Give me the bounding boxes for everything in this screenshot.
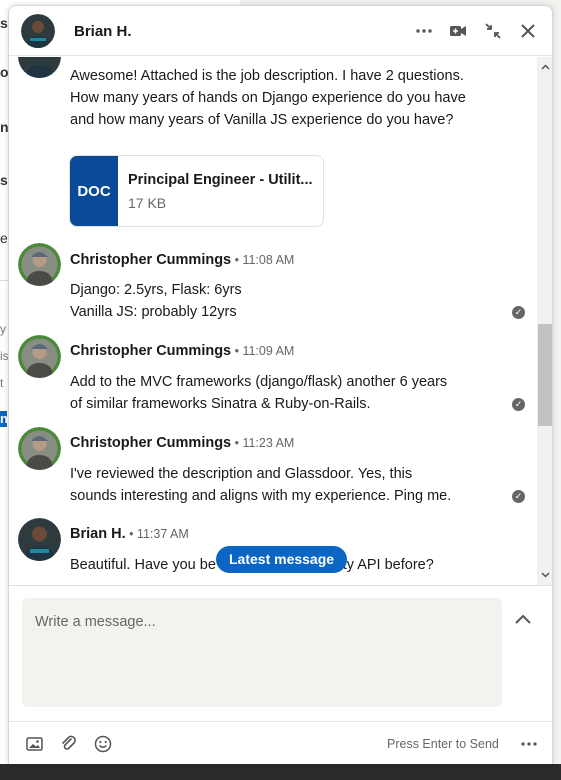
chat-header[interactable]: Brian H. (9, 6, 552, 56)
christopher-avatar[interactable] (18, 243, 61, 286)
scrollbar-thumb[interactable] (538, 324, 552, 426)
brian-avatar[interactable] (21, 14, 55, 48)
message-text-end: tility API before? (329, 554, 469, 576)
attachment-size: 17 KB (128, 195, 167, 211)
bg-fragment: s (0, 172, 8, 188)
chat-window: Brian H. Awesome! Attached is the job de… (8, 5, 553, 764)
latest-message-button[interactable]: Latest message (216, 546, 348, 573)
chat-title[interactable]: Brian H. (74, 23, 132, 40)
divider (9, 721, 552, 722)
scroll-down-icon[interactable] (541, 571, 550, 580)
bg-fragment: n (0, 411, 8, 426)
sender-name[interactable]: Christopher Cummings • 11:23 AM (70, 435, 294, 451)
emoji-icon[interactable] (93, 734, 113, 754)
message-line: I've reviewed the description and Glassd… (70, 466, 413, 482)
more-options-icon[interactable] (410, 17, 438, 45)
seen-check-icon: ✓ (512, 490, 525, 503)
bg-fragment: y (0, 322, 6, 336)
divider (9, 585, 552, 586)
christopher-avatar[interactable] (18, 427, 61, 470)
sender-name-text[interactable]: Brian H. (70, 526, 126, 542)
minimize-icon[interactable] (479, 17, 507, 45)
taskbar (0, 764, 561, 780)
timestamp: • 11:37 AM (125, 527, 189, 541)
message-line: Django: 2.5yrs, Flask: 6yrs (70, 282, 242, 298)
message-text: Awesome! Attached is the job description… (70, 68, 466, 128)
message-list[interactable]: Awesome! Attached is the job description… (9, 57, 552, 585)
message-text: Django: 2.5yrs, Flask: 6yrs Vanilla JS: … (70, 279, 490, 323)
document-attachment[interactable]: DOC Principal Engineer - Utilit... 17 KB (69, 155, 324, 227)
bg-divider (0, 280, 8, 281)
sender-name-text[interactable]: Christopher Cummings (70, 343, 231, 359)
more-options-icon[interactable] (519, 734, 539, 754)
doc-icon: DOC (70, 156, 118, 226)
sender-name-text[interactable]: Christopher Cummings (70, 435, 231, 451)
message-text-start: Beautiful. Have you be (70, 557, 216, 573)
message-line: Add to the MVC frameworks (django/flask)… (70, 374, 448, 390)
timestamp: • 11:08 AM (231, 253, 295, 267)
press-enter-hint[interactable]: Press Enter to Send (387, 737, 499, 751)
timestamp: • 11:23 AM (231, 436, 295, 450)
bg-fragment: t (0, 376, 4, 390)
scrollbar[interactable] (537, 57, 552, 585)
sender-name[interactable]: Christopher Cummings • 11:08 AM (70, 252, 294, 268)
scroll-up-icon[interactable] (541, 63, 550, 72)
sender-name[interactable]: Brian H. • 11:37 AM (70, 526, 189, 542)
attachment-name: Principal Engineer - Utilit... (128, 172, 313, 188)
sender-name[interactable]: Christopher Cummings • 11:09 AM (70, 343, 294, 359)
image-icon[interactable] (24, 734, 44, 754)
message-text: I've reviewed the description and Glassd… (70, 463, 505, 507)
message-input[interactable]: Write a message... (22, 598, 502, 707)
christopher-avatar[interactable] (18, 335, 61, 378)
attachment-icon[interactable] (59, 734, 79, 754)
seen-check-icon: ✓ (512, 306, 525, 319)
message-line: sounds interesting and aligns with my ex… (70, 488, 452, 504)
brian-avatar[interactable] (18, 518, 61, 561)
close-icon[interactable] (514, 17, 542, 45)
message-text: Add to the MVC frameworks (django/flask)… (70, 371, 500, 415)
video-call-icon[interactable] (444, 17, 472, 45)
brian-avatar[interactable] (18, 57, 61, 78)
seen-check-icon: ✓ (512, 398, 525, 411)
message-line: Vanilla JS: probably 12yrs (70, 304, 237, 320)
expand-compose-icon[interactable] (514, 612, 532, 628)
message-placeholder: Write a message... (35, 614, 156, 630)
message-line: of similar frameworks Sinatra & Ruby-on-… (70, 396, 371, 412)
bg-fragment: e (0, 230, 8, 246)
sender-name-text[interactable]: Christopher Cummings (70, 252, 231, 268)
timestamp: • 11:09 AM (231, 344, 295, 358)
